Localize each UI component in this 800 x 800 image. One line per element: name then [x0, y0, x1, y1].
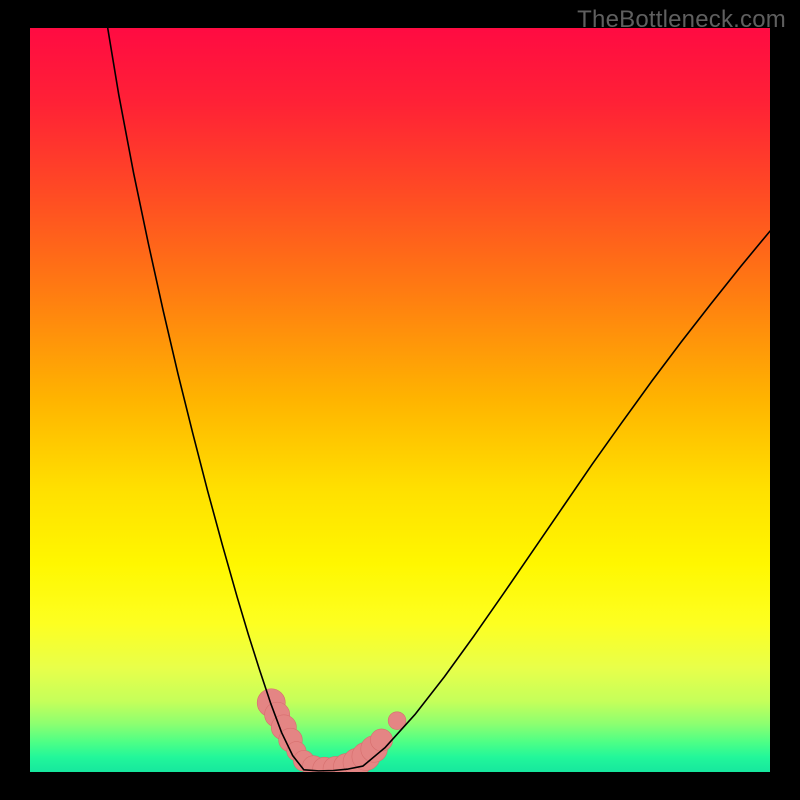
chart-svg	[30, 28, 770, 772]
gradient-background	[30, 28, 770, 772]
outer-frame: TheBottleneck.com	[0, 0, 800, 800]
plot-area	[30, 28, 770, 772]
watermark-text: TheBottleneck.com	[577, 6, 786, 34]
marker-point	[370, 729, 392, 751]
